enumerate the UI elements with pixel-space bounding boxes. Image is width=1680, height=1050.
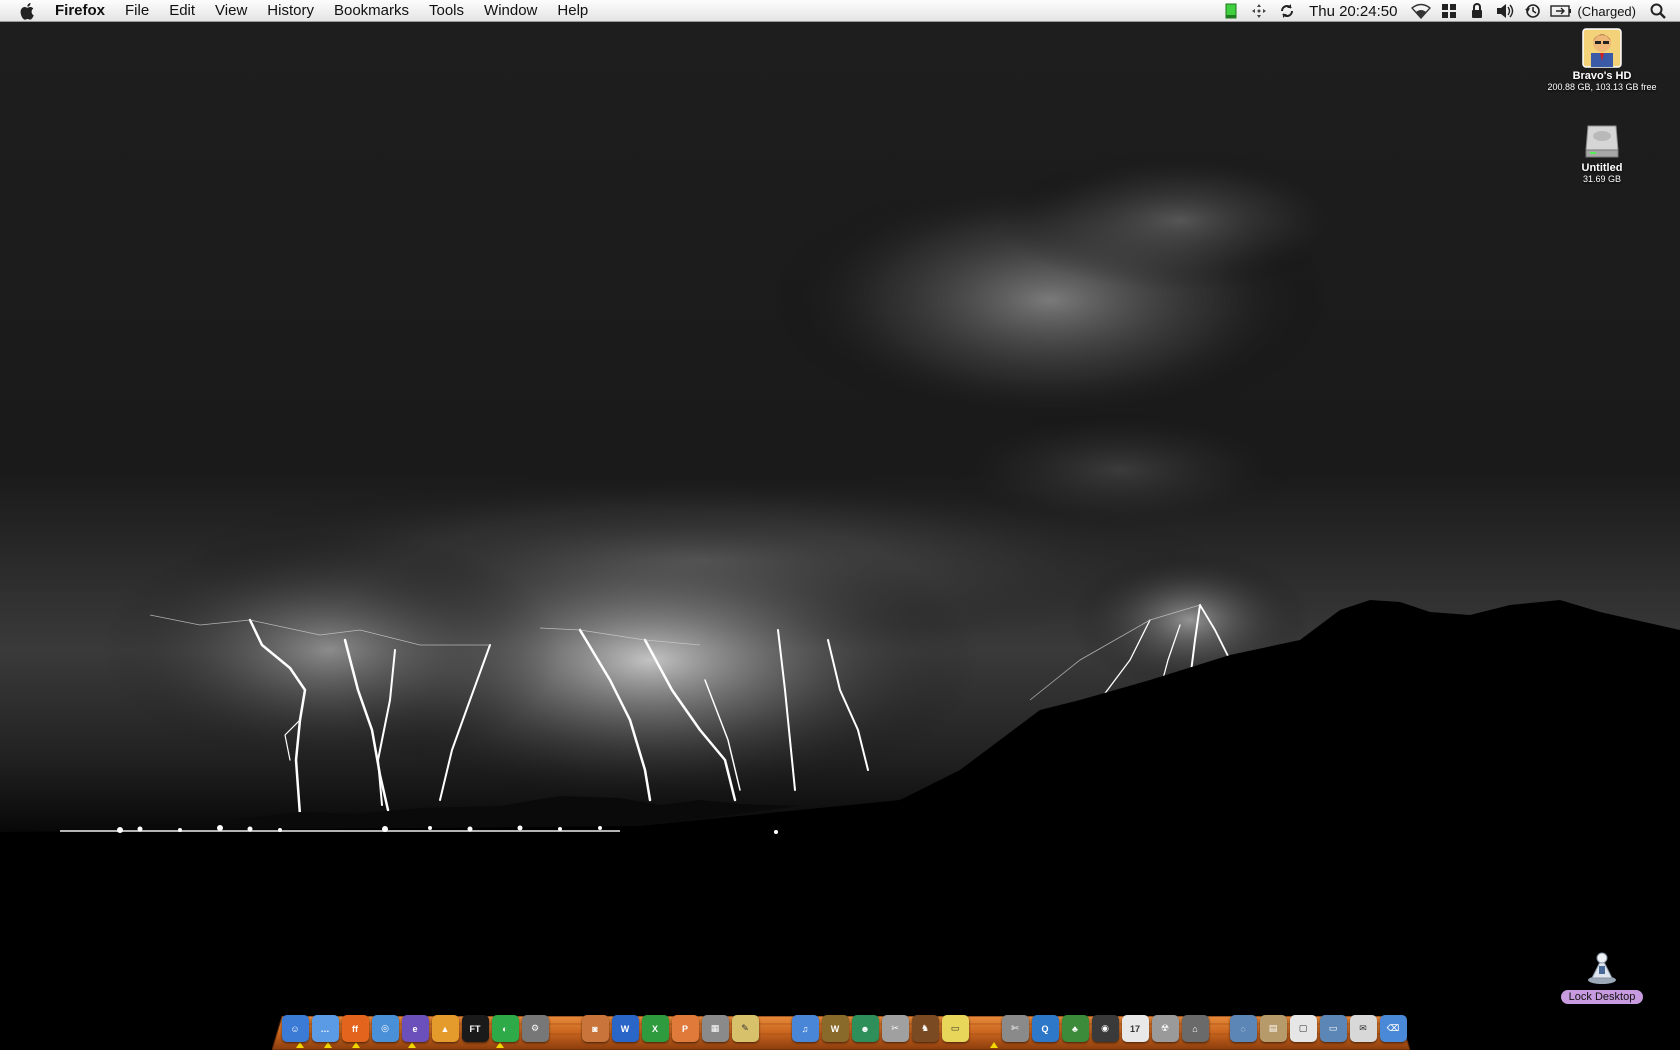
menu-bar-status: Thu 20:24:50 (Charged) — [1217, 0, 1680, 22]
dock-vlc-icon[interactable]: ▲ — [431, 1015, 459, 1042]
desktop-icon-sublabel: 31.69 GB — [1582, 174, 1622, 184]
lock-icon[interactable] — [1465, 0, 1489, 22]
dock-utilities-icon[interactable]: ⌂ — [1181, 1015, 1209, 1042]
spaces-grid-icon[interactable] — [1437, 0, 1461, 22]
dock-document-icon[interactable]: ▢ — [1289, 1015, 1317, 1042]
dock-ical-icon[interactable]: 17 — [1121, 1015, 1149, 1042]
desktop-icon-untitled[interactable]: Untitled 31.69 GB — [1532, 120, 1672, 184]
menu-edit[interactable]: Edit — [159, 0, 205, 22]
menu-view[interactable]: View — [205, 0, 257, 22]
wifi-icon[interactable] — [1409, 0, 1433, 22]
spotlight-icon[interactable] — [1646, 0, 1670, 22]
dock-messenger-icon[interactable]: ☻ — [851, 1015, 879, 1042]
green-battery-meter-icon[interactable] — [1219, 0, 1243, 22]
dock-network-folder-icon[interactable]: ◌ — [1229, 1015, 1257, 1042]
menu-tools[interactable]: Tools — [419, 0, 474, 22]
dock-ichat-icon[interactable]: … — [311, 1015, 339, 1042]
desktop-icon-sublabel: 200.88 GB, 103.13 GB free — [1547, 82, 1657, 92]
menu-history[interactable]: History — [257, 0, 324, 22]
dock-full-tilt-icon[interactable]: FT — [461, 1015, 489, 1042]
dock-safari-icon[interactable]: ◎ — [371, 1015, 399, 1042]
external-drive-icon — [1582, 120, 1622, 160]
desktop-wallpaper — [0, 0, 1680, 1050]
desktop-icon-label: Lock Desktop — [1560, 990, 1644, 1004]
menu-bookmarks[interactable]: Bookmarks — [324, 0, 419, 22]
desktop-icon-label: Bravo's HD — [1572, 70, 1632, 82]
dock-quicktime-icon[interactable]: Q — [1031, 1015, 1059, 1042]
dock-color-sync-icon[interactable]: ◐ — [491, 1015, 519, 1042]
app-menu-firefox[interactable]: Firefox — [51, 0, 115, 22]
menu-file[interactable]: File — [115, 0, 159, 22]
dock-excel-icon[interactable]: X — [641, 1015, 669, 1042]
volume-icon[interactable] — [1493, 0, 1517, 22]
dock-preview-icon[interactable]: ◙ — [581, 1015, 609, 1042]
desktop-icon-bravos-hd[interactable]: Bravo's HD 200.88 GB, 103.13 GB free — [1532, 28, 1672, 92]
dock: ☺… ff ◎ e ▲ FT ◐ ⚙ ◙ W X P ▦ ✎ ♫ W ☻ ✂ ♞ ▭ ✄ Q ♣ ◉ 17 ☢ ⌂ ◌ ▤ ▢ ▭ ✉ ⌫ — [280, 1006, 1408, 1042]
menu-bar: Firefox File Edit View History Bookmarks… — [0, 0, 1680, 22]
menu-help[interactable]: Help — [547, 0, 598, 22]
desktop-icon-lock-desktop[interactable]: Lock Desktop — [1532, 950, 1672, 1005]
dock-finder-icon[interactable]: ☺ — [281, 1015, 309, 1042]
dock-horse-icon[interactable]: ♞ — [911, 1015, 939, 1042]
battery-icon[interactable] — [1549, 0, 1573, 22]
dock-stickies-icon[interactable]: ▭ — [941, 1015, 969, 1042]
dock-itunes-icon[interactable]: ♫ — [791, 1015, 819, 1042]
dock-downloads-folder-icon[interactable]: ▭ — [1319, 1015, 1347, 1042]
sync-icon[interactable] — [1275, 0, 1299, 22]
dock-scissors-icon[interactable]: ✄ — [1001, 1015, 1029, 1042]
dock-word-icon[interactable]: W — [611, 1015, 639, 1042]
dock-textedit-icon[interactable]: ✎ — [731, 1015, 759, 1042]
time-machine-icon[interactable] — [1521, 0, 1545, 22]
menu-window[interactable]: Window — [474, 0, 547, 22]
spaces-arrows-icon[interactable] — [1247, 0, 1271, 22]
dock-disk-utility-icon[interactable]: ☢ — [1151, 1015, 1179, 1042]
battery-status-text[interactable]: (Charged) — [1575, 4, 1644, 19]
dock-warcraft-icon[interactable]: W — [821, 1015, 849, 1042]
dock-trash-icon[interactable]: ⌫ — [1379, 1015, 1407, 1042]
dock-image-capture-icon[interactable]: ✂ — [881, 1015, 909, 1042]
dock-system-prefs-icon[interactable]: ⚙ — [521, 1015, 549, 1042]
dock-firefox-icon[interactable]: ff — [341, 1015, 369, 1042]
dock-entourage-icon[interactable]: e — [401, 1015, 429, 1042]
menu-bar-left: Firefox File Edit View History Bookmarks… — [0, 0, 598, 22]
menu-clock[interactable]: Thu 20:24:50 — [1301, 3, 1407, 20]
dock-separator — [1218, 1012, 1220, 1042]
dock-powerpoint-icon[interactable]: P — [671, 1015, 699, 1042]
dock-island-game-icon[interactable]: ♣ — [1061, 1015, 1089, 1042]
hard-drive-avatar-icon — [1582, 28, 1622, 68]
apple-logo-icon[interactable] — [17, 0, 39, 22]
dock-timemachine-icon[interactable]: ◉ — [1091, 1015, 1119, 1042]
dock-documents-stack-icon[interactable]: ▤ — [1259, 1015, 1287, 1042]
desktop-icon-label: Untitled — [1581, 162, 1623, 174]
lock-desktop-icon — [1582, 950, 1622, 986]
dock-calculator-icon[interactable]: ▦ — [701, 1015, 729, 1042]
dock-mail-stack-icon[interactable]: ✉ — [1349, 1015, 1377, 1042]
